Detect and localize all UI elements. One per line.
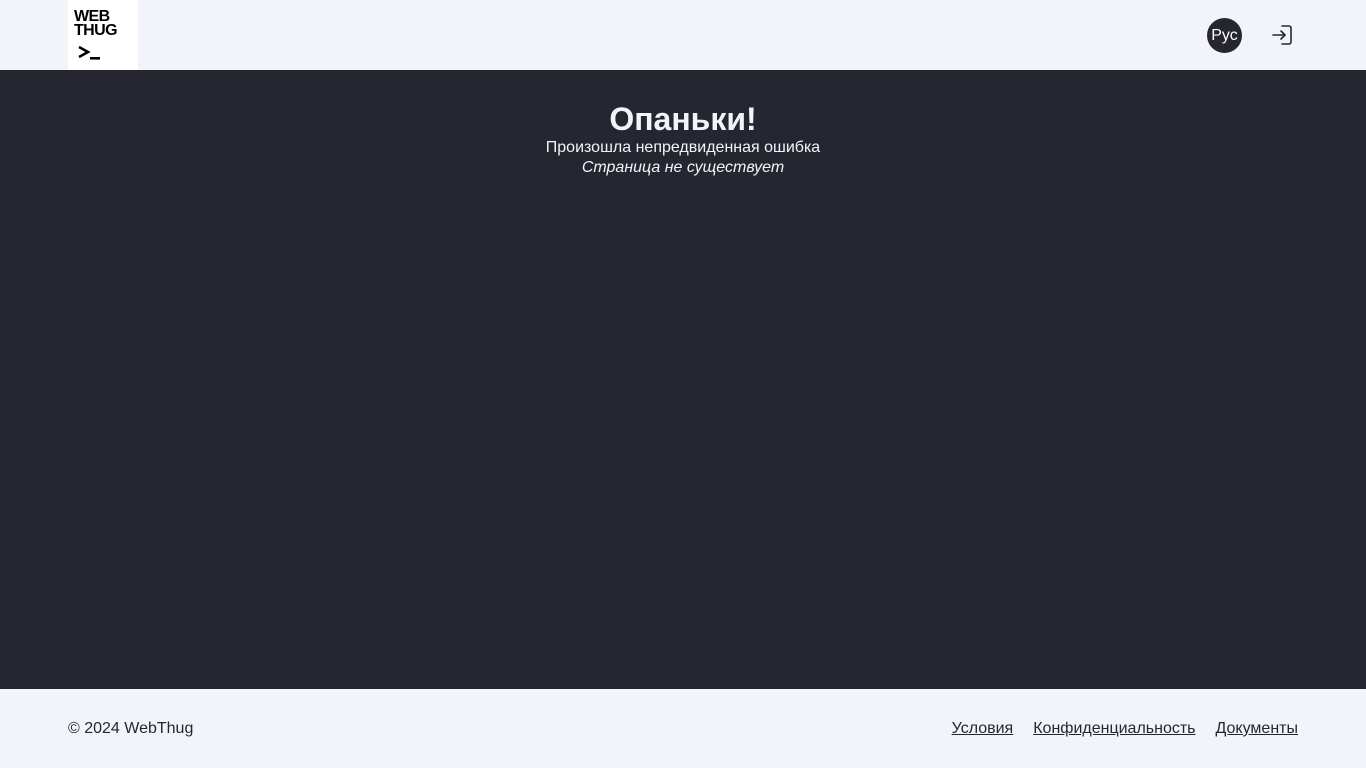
- terminal-prompt-icon: [78, 45, 100, 60]
- copyright-text: © 2024 WebThug: [68, 720, 194, 737]
- error-title: Опаньки!: [609, 101, 757, 137]
- site-logo[interactable]: WEB THUG: [68, 0, 138, 70]
- error-detail: Страница не существует: [581, 159, 785, 176]
- language-switch-button[interactable]: Рус: [1207, 18, 1242, 53]
- error-message: Произошла непредвиденная ошибка: [545, 139, 821, 156]
- login-icon: [1272, 25, 1292, 45]
- footer-link-privacy[interactable]: Конфиденциальность: [1033, 719, 1195, 739]
- main-content: Опаньки! Произошла непредвиденная ошибка…: [0, 70, 1366, 689]
- site-footer: © 2024 WebThug Условия Конфиденциальност…: [0, 689, 1366, 768]
- error-block: Опаньки! Произошла непредвиденная ошибка…: [0, 100, 1366, 178]
- site-header: WEB THUG Рус: [0, 0, 1366, 70]
- login-button[interactable]: [1270, 23, 1294, 47]
- footer-link-documents[interactable]: Документы: [1216, 719, 1298, 739]
- footer-link-terms[interactable]: Условия: [952, 719, 1014, 739]
- logo-text-line2: THUG: [74, 22, 118, 39]
- footer-links: Условия Конфиденциальность Документы: [952, 719, 1298, 739]
